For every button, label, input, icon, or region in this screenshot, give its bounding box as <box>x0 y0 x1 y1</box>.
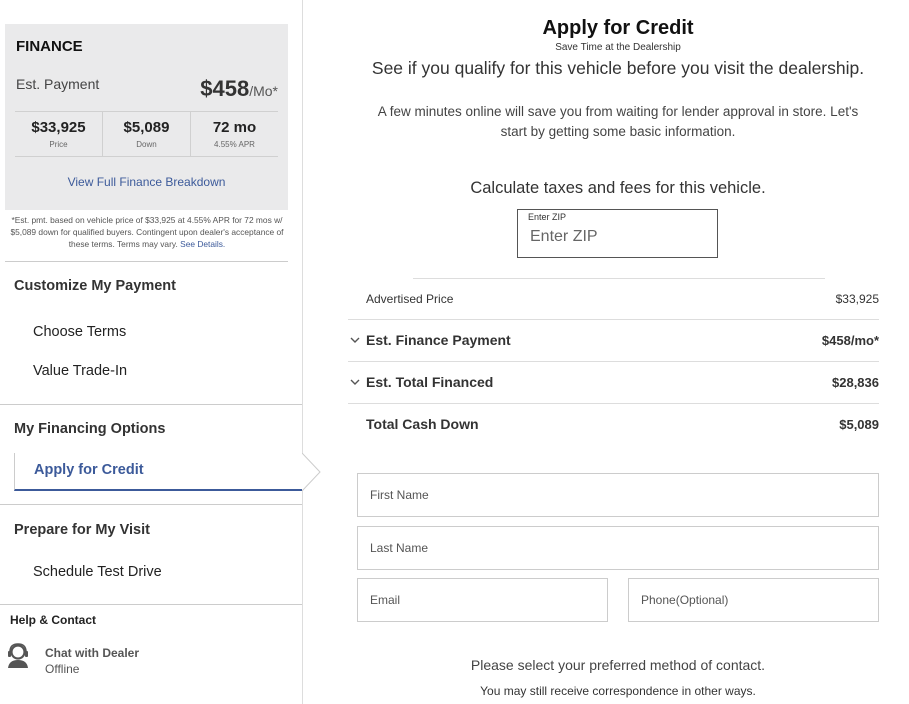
zip-field-label: Enter ZIP <box>528 212 567 222</box>
stat-price-label: Price <box>49 140 68 149</box>
customize-heading: Customize My Payment <box>14 278 176 294</box>
first-name-input[interactable] <box>370 474 866 516</box>
last-name-input[interactable] <box>370 527 866 569</box>
divider <box>5 261 288 262</box>
est-payment-label: Est. Payment <box>16 76 100 92</box>
stat-down: $5,089 Down <box>102 112 190 156</box>
summary-value: $5,089 <box>839 417 879 432</box>
stat-down-value: $5,089 <box>123 119 170 136</box>
view-finance-breakdown-link[interactable]: View Full Finance Breakdown <box>5 175 288 189</box>
divider <box>0 404 302 405</box>
stat-apr-label: 4.55% APR <box>214 140 255 149</box>
chat-agent-icon[interactable] <box>6 643 30 669</box>
sidebar-item-label: Apply for Credit <box>34 462 144 478</box>
sidebar: FINANCE Est. Payment $458/Mo* $33,925 Pr… <box>0 0 303 704</box>
page-subtitle: Save Time at the Dealership <box>555 42 681 53</box>
summary-label: Est. Total Financed <box>366 374 494 390</box>
disclaimer-text: *Est. pmt. based on vehicle price of $33… <box>10 215 284 249</box>
sidebar-item-schedule-test-drive[interactable]: Schedule Test Drive <box>33 564 162 580</box>
see-details-link[interactable]: See Details. <box>180 239 225 249</box>
sidebar-item-value-trade-in[interactable]: Value Trade-In <box>33 363 127 379</box>
lead-text: See if you qualify for this vehicle befo… <box>371 58 865 78</box>
help-contact-heading: Help & Contact <box>10 613 97 627</box>
finance-title: FINANCE <box>16 38 83 55</box>
visit-heading: Prepare for My Visit <box>14 522 150 538</box>
finance-summary-card: FINANCE Est. Payment $458/Mo* $33,925 Pr… <box>5 24 288 210</box>
finance-stats: $33,925 Price $5,089 Down 72 mo 4.55% AP… <box>15 111 278 157</box>
calc-heading: Calculate taxes and fees for this vehicl… <box>470 179 766 197</box>
email-input[interactable] <box>370 579 595 621</box>
contact-method-note: You may still receive correspondence in … <box>480 684 756 698</box>
financing-heading: My Financing Options <box>14 421 166 437</box>
summary-row-finance-payment[interactable]: Est. Finance Payment $458/mo* <box>348 319 879 361</box>
summary-label: Advertised Price <box>366 292 454 306</box>
summary-label: Est. Finance Payment <box>366 332 511 348</box>
intro-text: A few minutes online will save you from … <box>377 104 859 139</box>
sidebar-item-choose-terms[interactable]: Choose Terms <box>33 324 126 340</box>
last-name-field[interactable] <box>357 526 879 570</box>
chat-with-dealer-link[interactable]: Chat with Dealer <box>45 646 139 660</box>
stat-down-label: Down <box>136 140 157 149</box>
first-name-field[interactable] <box>357 473 879 517</box>
chevron-down-icon[interactable] <box>350 377 360 387</box>
est-payment-amount: $458/Mo* <box>200 76 278 102</box>
summary-value: $33,925 <box>835 292 879 306</box>
summary-row-cash-down: Total Cash Down $5,089 <box>348 403 879 445</box>
zip-input[interactable] <box>530 224 700 250</box>
summary-value: $28,836 <box>832 375 879 390</box>
phone-field[interactable] <box>628 578 879 622</box>
sidebar-item-apply-for-credit[interactable]: Apply for Credit <box>14 453 302 491</box>
stat-term-value: 72 mo <box>212 119 257 136</box>
summary-value: $458/mo* <box>821 333 879 348</box>
contact-method-question: Please select your preferred method of c… <box>470 657 766 673</box>
page-title: Apply for Credit <box>542 17 694 39</box>
est-payment-value: $458 <box>200 76 250 101</box>
est-payment-unit: /Mo* <box>249 83 278 99</box>
email-field[interactable] <box>357 578 608 622</box>
stat-price-value: $33,925 <box>31 119 86 136</box>
main-content: Apply for Credit Save Time at the Dealer… <box>303 0 909 704</box>
zip-field[interactable]: Enter ZIP <box>517 209 718 258</box>
stat-price: $33,925 Price <box>15 112 102 156</box>
summary-row-total-financed[interactable]: Est. Total Financed $28,836 <box>348 361 879 403</box>
chat-status: Offline <box>45 662 80 676</box>
finance-disclaimer: *Est. pmt. based on vehicle price of $33… <box>5 214 289 250</box>
phone-input[interactable] <box>641 579 866 621</box>
summary-row-advertised-price: Advertised Price $33,925 <box>348 278 879 320</box>
summary-label: Total Cash Down <box>366 416 479 432</box>
divider <box>0 504 302 505</box>
stat-term: 72 mo 4.55% APR <box>190 112 278 156</box>
divider <box>0 604 302 605</box>
chevron-down-icon[interactable] <box>350 335 360 345</box>
